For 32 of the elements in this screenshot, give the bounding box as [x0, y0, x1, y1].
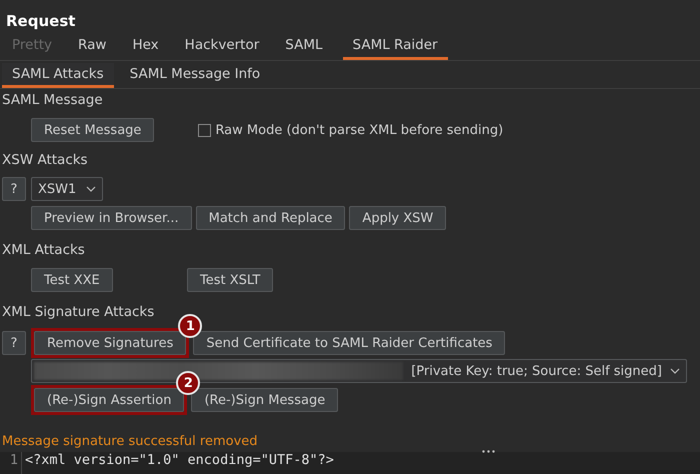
tab[interactable]: Hackvertor	[174, 33, 270, 60]
action-button[interactable]: Remove Signatures	[34, 331, 186, 355]
raw-mode-checkbox[interactable]: Raw Mode (don't parse XML before sending)	[198, 122, 504, 138]
tab[interactable]: Hex	[122, 33, 169, 60]
action-button[interactable]: Preview in Browser...	[31, 206, 192, 230]
action-button[interactable]: Apply XSW	[349, 206, 446, 230]
tab[interactable]: SAML	[275, 33, 333, 60]
subtab[interactable]: SAML Message Info	[120, 63, 270, 88]
tab[interactable]: Raw	[68, 33, 116, 60]
chevron-icon	[86, 186, 96, 192]
line-number: 1	[0, 452, 22, 474]
section-heading: SAML Message	[2, 92, 103, 110]
section-heading: XML Attacks	[2, 242, 85, 260]
action-button[interactable]: Match and Replace	[196, 206, 346, 230]
subtab[interactable]: SAML Attacks	[2, 63, 114, 88]
tab[interactable]: SAML Raider	[342, 33, 448, 60]
section-heading: XSW Attacks	[2, 152, 88, 170]
section-heading: XML Signature Attacks	[2, 304, 154, 322]
action-button[interactable]: (Re-)Sign Assertion	[34, 388, 184, 412]
action-button[interactable]: Test XXE	[31, 268, 113, 292]
action-button[interactable]: Test XSLT	[187, 268, 274, 292]
xsw-select[interactable]: XSW1	[31, 177, 103, 201]
help-button[interactable]: ?	[2, 331, 26, 355]
callout-badge: 1	[178, 314, 202, 338]
reset-button[interactable]: Reset Message	[31, 118, 154, 142]
status-message: Message signature successful removed	[2, 434, 258, 449]
action-button[interactable]: (Re-)Sign Message	[191, 388, 338, 412]
chevron-icon	[670, 368, 680, 374]
help-button[interactable]: ?	[2, 177, 26, 201]
panel-title: Request	[5, 11, 76, 30]
action-button[interactable]: Send Certificate to SAML Raider Certificates	[193, 331, 506, 355]
code-line: <?xml version="1.0" encoding="UTF-8"?>	[24, 452, 334, 470]
